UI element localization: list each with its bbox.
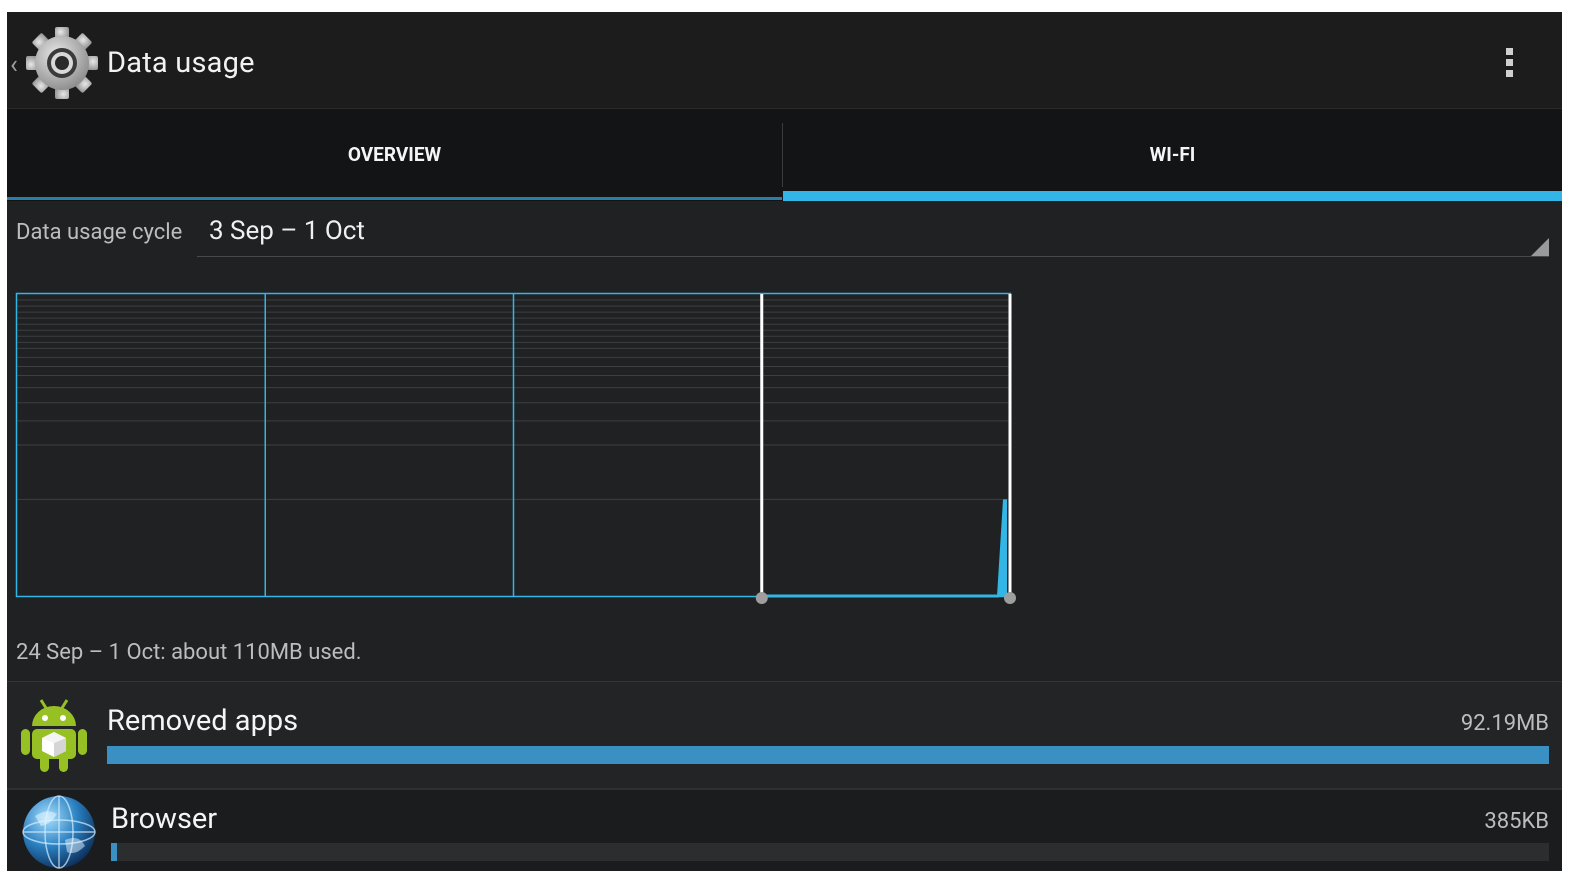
tab-wifi[interactable]: WI-FI bbox=[783, 109, 1562, 201]
usage-bar-track bbox=[107, 746, 1549, 764]
data-usage-screen: ‹ Data usage OVERVIEW WI-FI Data usage c… bbox=[7, 12, 1562, 871]
app-data-size: 385KB bbox=[1484, 809, 1549, 834]
usage-summary: 24 Sep – 1 Oct: about 110MB used. bbox=[16, 640, 362, 665]
app-row-removed-apps[interactable]: Removed apps 92.19MB bbox=[7, 681, 1562, 788]
tab-bar-underline bbox=[7, 197, 782, 200]
chevron-left-icon[interactable]: ‹ bbox=[10, 52, 18, 78]
android-robot-icon bbox=[21, 699, 87, 772]
usage-bar-fill bbox=[111, 843, 117, 861]
tab-overview[interactable]: OVERVIEW bbox=[7, 109, 782, 201]
selection-end-handle bbox=[1004, 592, 1016, 604]
app-data-size: 92.19MB bbox=[1460, 711, 1549, 736]
action-bar: ‹ Data usage bbox=[7, 12, 1562, 109]
usage-chart[interactable] bbox=[7, 282, 1027, 612]
usage-bar-fill bbox=[107, 746, 1549, 764]
cycle-value: 3 Sep – 1 Oct bbox=[209, 216, 365, 246]
overflow-menu-icon[interactable] bbox=[1498, 42, 1522, 82]
app-row-browser[interactable]: Browser 385KB bbox=[7, 788, 1562, 871]
selected-tab-indicator bbox=[783, 191, 1562, 201]
selection-start-handle bbox=[755, 592, 768, 604]
page-title: Data usage bbox=[107, 46, 255, 80]
tab-bar: OVERVIEW WI-FI bbox=[7, 109, 1562, 201]
app-name: Browser bbox=[111, 802, 218, 836]
usage-bar-track bbox=[111, 843, 1549, 861]
dropdown-arrow-icon bbox=[1531, 238, 1549, 256]
app-name: Removed apps bbox=[107, 704, 299, 738]
cycle-label: Data usage cycle bbox=[16, 220, 183, 245]
cycle-dropdown[interactable]: 3 Sep – 1 Oct bbox=[197, 208, 1549, 257]
settings-gear-icon[interactable] bbox=[25, 26, 99, 100]
globe-icon bbox=[22, 795, 96, 869]
usage-spike bbox=[997, 499, 1008, 596]
